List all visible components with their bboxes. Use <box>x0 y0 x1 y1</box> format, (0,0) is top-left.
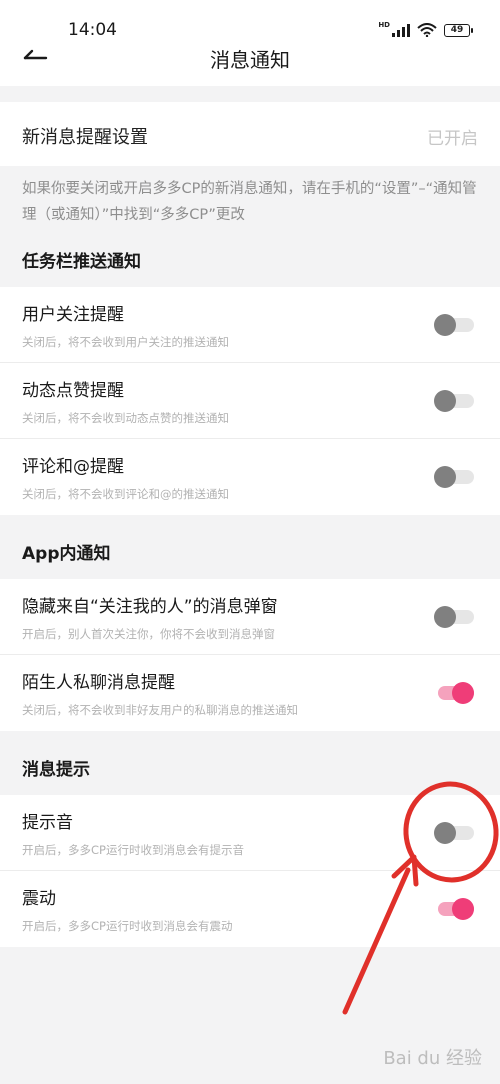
setting-sound: 提示音 开启后，多多CP运行时收到消息会有提示音 <box>0 795 500 871</box>
system-settings-hint: 如果你要关闭或开启多多CP的新消息通知，请在手机的“设置”–“通知管理（或通知）… <box>22 181 477 223</box>
like-reminder-toggle[interactable] <box>434 390 474 412</box>
setting-vibration: 震动 开启后，多多CP运行时收到消息会有震动 <box>0 871 500 947</box>
status-icons: HD 49 <box>378 21 473 38</box>
page-title: 消息通知 <box>210 48 290 72</box>
wifi-icon <box>417 23 437 37</box>
top-bar: 14:04 HD 49 消息通知 <box>0 0 500 86</box>
notification-settings-screen: 14:04 HD 49 消息通知 新消息提醒设置 已开启 如果你要关闭或开启多多… <box>0 0 500 1084</box>
follow-reminder-toggle[interactable] <box>434 314 474 336</box>
setting-title: 陌生人私聊消息提醒 <box>22 673 175 693</box>
setting-title: 动态点赞提醒 <box>22 381 124 401</box>
stranger-message-toggle[interactable] <box>434 682 474 704</box>
battery-icon: 49 <box>444 23 473 37</box>
setting-title: 评论和@提醒 <box>22 457 124 477</box>
setting-subtitle: 关闭后，将不会收到用户关注的推送通知 <box>22 335 229 349</box>
setting-subtitle: 关闭后，将不会收到非好友用户的私聊消息的推送通知 <box>22 703 298 717</box>
setting-subtitle: 开启后，多多CP运行时收到消息会有提示音 <box>22 843 244 857</box>
section-title-taskbar: 任务栏推送通知 <box>22 252 141 272</box>
hide-follower-popup-toggle[interactable] <box>434 606 474 628</box>
hd-label: HD <box>378 21 390 29</box>
setting-hide-follower-popup: 隐藏来自“关注我的人”的消息弹窗 开启后，别人首次关注你，你将不会收到消息弹窗 <box>0 579 500 655</box>
sound-toggle[interactable] <box>434 822 474 844</box>
section-title-message-tips: 消息提示 <box>22 760 90 780</box>
in-app-settings-card: 隐藏来自“关注我的人”的消息弹窗 开启后，别人首次关注你，你将不会收到消息弹窗 … <box>0 579 500 731</box>
setting-title: 震动 <box>22 889 56 909</box>
status-time: 14:04 <box>68 20 117 40</box>
setting-like-reminder: 动态点赞提醒 关闭后，将不会收到动态点赞的推送通知 <box>0 363 500 439</box>
new-message-status: 已开启 <box>427 129 478 149</box>
setting-subtitle: 关闭后，将不会收到动态点赞的推送通知 <box>22 411 229 425</box>
comment-reminder-toggle[interactable] <box>434 466 474 488</box>
new-message-label: 新消息提醒设置 <box>22 127 148 148</box>
baidu-watermark: Bai du 经验 <box>383 1048 482 1069</box>
setting-subtitle: 关闭后，将不会收到评论和@的推送通知 <box>22 487 229 501</box>
setting-subtitle: 开启后，别人首次关注你，你将不会收到消息弹窗 <box>22 627 275 641</box>
taskbar-settings-card: 用户关注提醒 关闭后，将不会收到用户关注的推送通知 动态点赞提醒 关闭后，将不会… <box>0 287 500 515</box>
setting-title: 提示音 <box>22 813 73 833</box>
setting-title: 用户关注提醒 <box>22 305 124 325</box>
setting-subtitle: 开启后，多多CP运行时收到消息会有震动 <box>22 919 233 933</box>
signal-icon <box>392 23 410 37</box>
setting-comment-reminder: 评论和@提醒 关闭后，将不会收到评论和@的推送通知 <box>0 439 500 515</box>
message-tips-card: 提示音 开启后，多多CP运行时收到消息会有提示音 震动 开启后，多多CP运行时收… <box>0 795 500 947</box>
setting-title: 隐藏来自“关注我的人”的消息弹窗 <box>22 597 278 617</box>
new-message-setting-row[interactable]: 新消息提醒设置 已开启 <box>0 102 500 166</box>
setting-stranger-message: 陌生人私聊消息提醒 关闭后，将不会收到非好友用户的私聊消息的推送通知 <box>0 655 500 731</box>
section-title-in-app: App内通知 <box>22 544 111 564</box>
vibration-toggle[interactable] <box>434 898 474 920</box>
setting-follow-reminder: 用户关注提醒 关闭后，将不会收到用户关注的推送通知 <box>0 287 500 363</box>
